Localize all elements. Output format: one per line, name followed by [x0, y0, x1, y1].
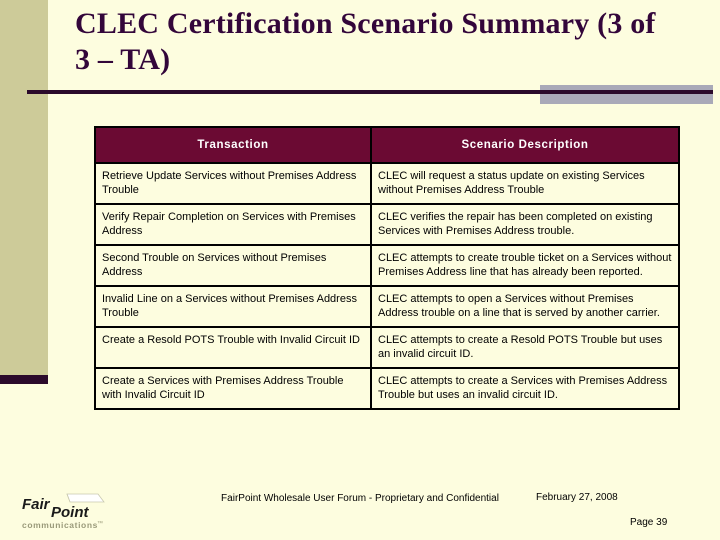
page-title: CLEC Certification Scenario Summary (3 o… — [75, 7, 656, 76]
scenario-summary-table: Transaction Scenario Description Retriev… — [94, 126, 680, 410]
column-header-description: Scenario Description — [370, 126, 680, 164]
cell-description: CLEC attempts to open a Services without… — [370, 285, 680, 328]
table-body: Retrieve Update Services without Premise… — [94, 162, 680, 410]
left-decor-band — [0, 0, 48, 375]
cell-transaction: Create a Services with Premises Address … — [94, 367, 372, 410]
logo-word-fair: Fair — [22, 496, 51, 513]
footer-date: February 27, 2008 — [536, 492, 618, 503]
title-block: CLEC Certification Scenario Summary (3 o… — [75, 6, 675, 78]
cell-transaction: Create a Resold POTS Trouble with Invali… — [94, 326, 372, 369]
title-rule-purple — [27, 90, 713, 94]
cell-description: CLEC attempts to create trouble ticket o… — [370, 244, 680, 287]
table-row: Invalid Line on a Services without Premi… — [94, 285, 680, 328]
logo-tagline: communications — [22, 520, 98, 530]
table-row: Retrieve Update Services without Premise… — [94, 162, 680, 205]
cell-transaction: Second Trouble on Services without Premi… — [94, 244, 372, 287]
left-decor-band-foot — [0, 375, 48, 384]
cell-description: CLEC attempts to create a Services with … — [370, 367, 680, 410]
footer-confidentiality: FairPoint Wholesale User Forum - Proprie… — [221, 493, 499, 504]
cell-transaction: Retrieve Update Services without Premise… — [94, 162, 372, 205]
cell-transaction: Verify Repair Completion on Services wit… — [94, 203, 372, 246]
cell-description: CLEC verifies the repair has been comple… — [370, 203, 680, 246]
logo-trademark: ™ — [97, 520, 103, 527]
cell-description: CLEC will request a status update on exi… — [370, 162, 680, 205]
table-row: Second Trouble on Services without Premi… — [94, 244, 680, 287]
cell-description: CLEC attempts to create a Resold POTS Tr… — [370, 326, 680, 369]
column-header-transaction: Transaction — [94, 126, 372, 164]
table-row: Create a Resold POTS Trouble with Invali… — [94, 326, 680, 369]
logo-word-point: Point — [51, 504, 89, 521]
fairpoint-logo: Fair Point communications ™ — [22, 493, 105, 530]
table-head: Transaction Scenario Description — [94, 126, 680, 164]
table-row: Verify Repair Completion on Services wit… — [94, 203, 680, 246]
cell-transaction: Invalid Line on a Services without Premi… — [94, 285, 372, 328]
title-rule-gray — [540, 85, 713, 104]
footer-page-number: Page 39 — [630, 517, 668, 528]
table-row: Create a Services with Premises Address … — [94, 367, 680, 410]
table-header-row: Transaction Scenario Description — [94, 126, 680, 164]
